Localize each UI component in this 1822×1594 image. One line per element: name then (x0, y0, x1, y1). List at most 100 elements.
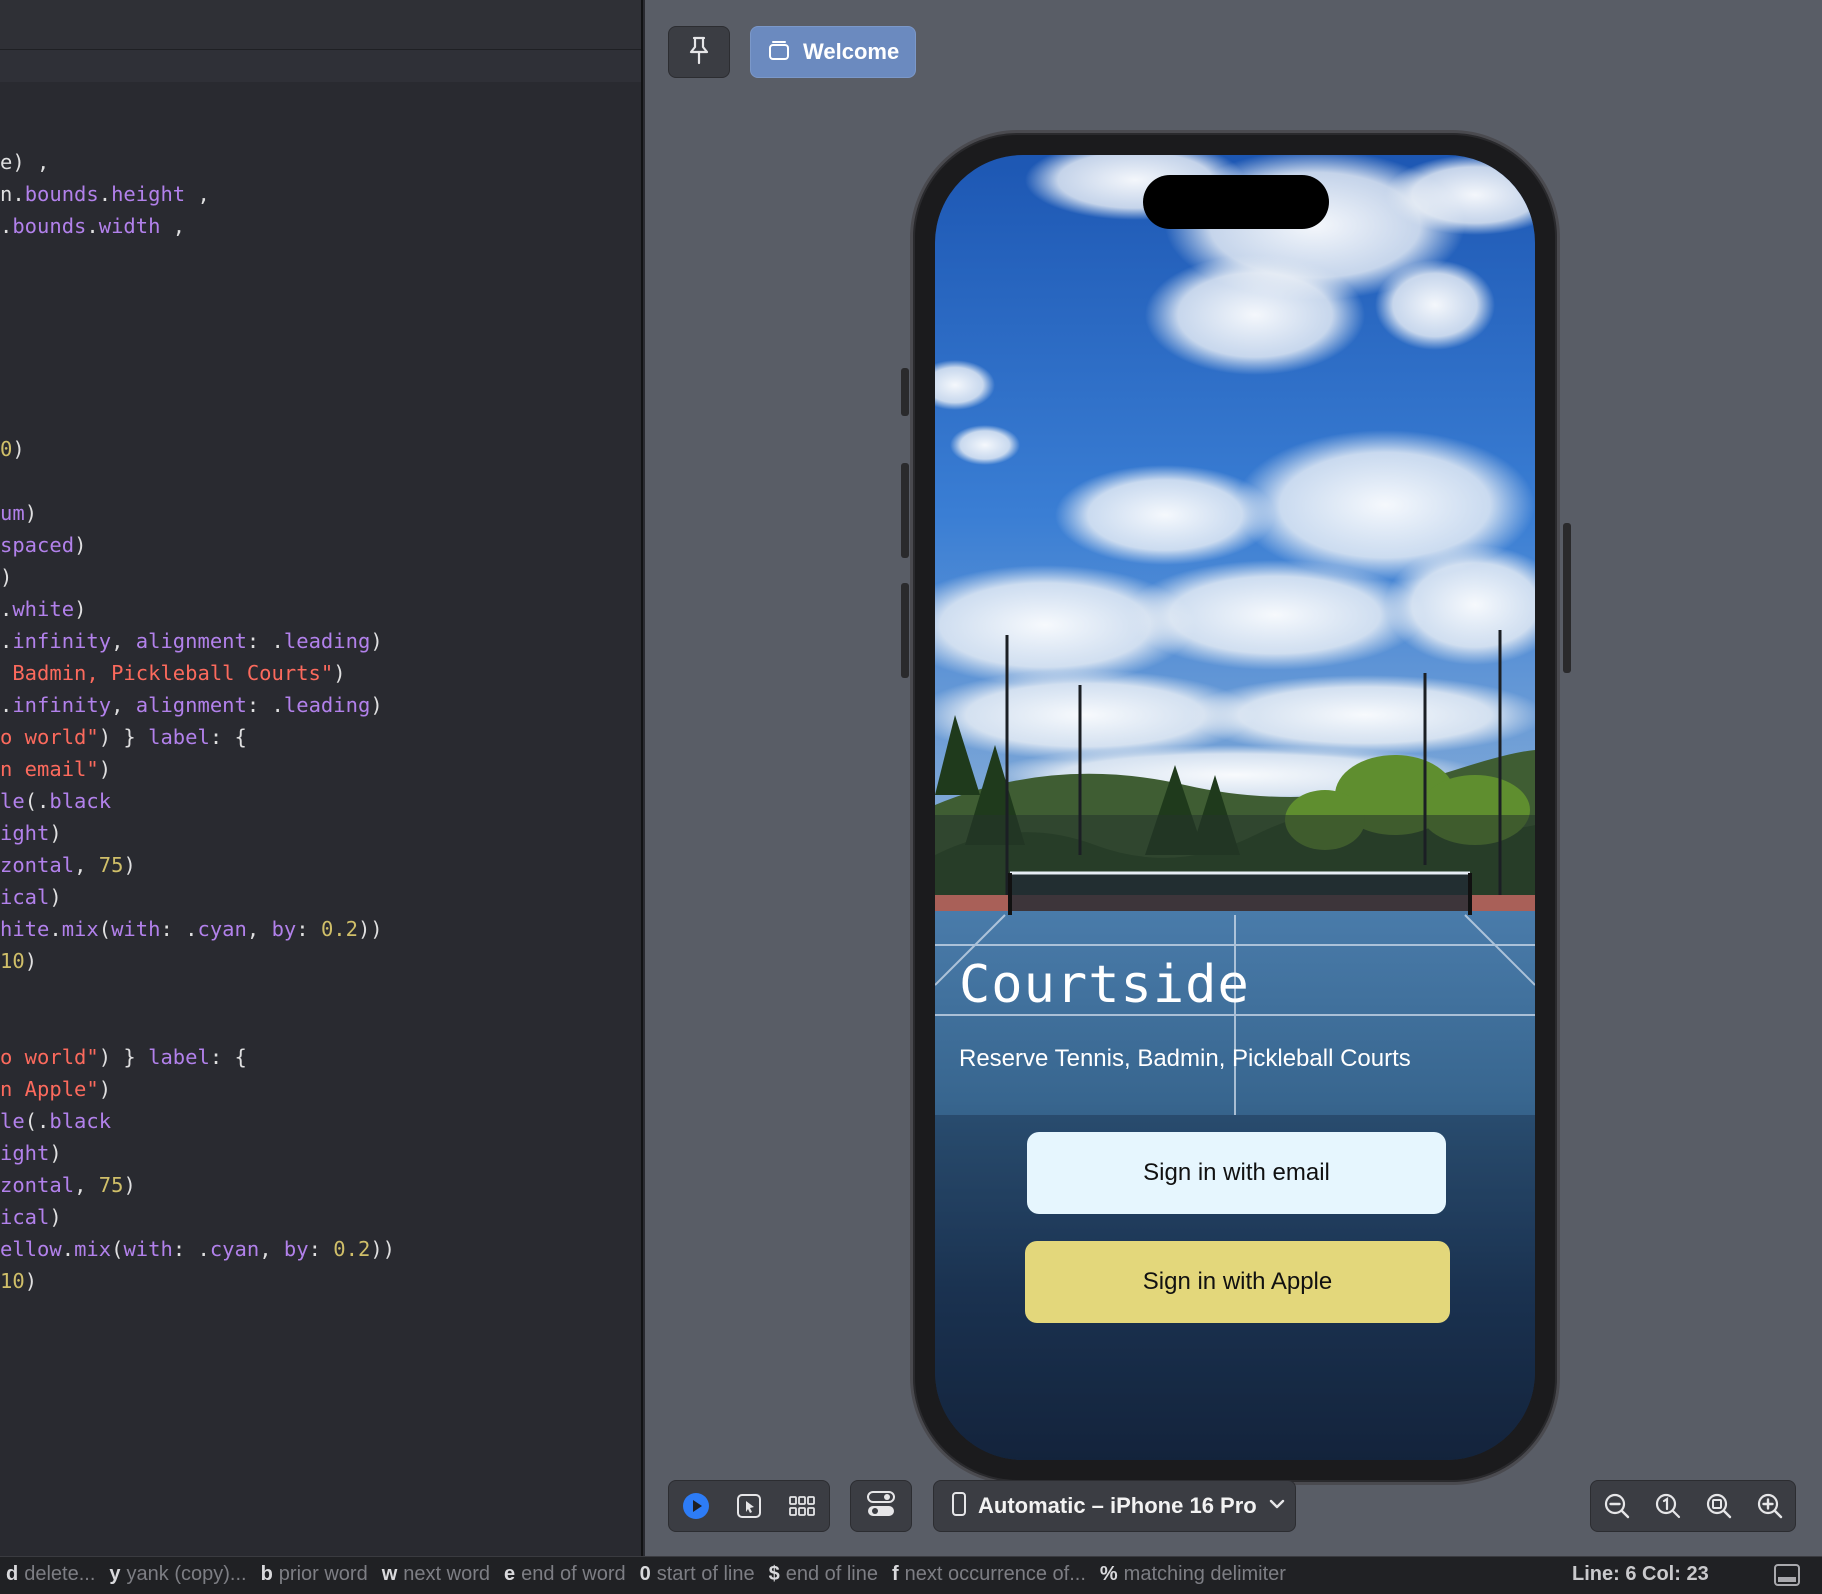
code-token: ) (370, 629, 383, 653)
code-line[interactable]: ight) (0, 821, 62, 845)
hint-key: w (381, 1563, 398, 1585)
code-token: : { (209, 1045, 247, 1069)
code-editor[interactable]: e) , n.bounds.height , .bounds.width , 0) um… (0, 0, 643, 1556)
code-token: ) (123, 1173, 136, 1197)
code-token: : . (172, 1237, 210, 1261)
code-token: ) (98, 757, 112, 781)
code-token: e) , (0, 150, 50, 174)
preview-mode-controls (668, 1480, 830, 1532)
code-token: : . (246, 693, 284, 717)
code-token: . (98, 182, 112, 206)
vim-hint: % matching delimiter (1100, 1563, 1286, 1586)
code-token: )) (357, 917, 383, 941)
zoom-out-icon[interactable] (1600, 1489, 1634, 1523)
code-token: ( (98, 917, 112, 941)
code-line[interactable]: 0) (0, 437, 25, 461)
hint-key: % (1099, 1563, 1118, 1585)
code-token: spaced (0, 533, 75, 557)
code-token: by (271, 917, 297, 941)
tab-welcome-preview[interactable]: Welcome (750, 26, 916, 78)
code-token: ) (0, 565, 13, 589)
code-line[interactable]: le(.black (0, 1109, 111, 1133)
code-line[interactable]: spaced) (0, 533, 86, 557)
device-picker[interactable]: Automatic – iPhone 16 Pro (933, 1480, 1296, 1532)
code-token: 0.2 (320, 917, 358, 941)
code-text[interactable]: e) , n.bounds.height , .bounds.width , 0) um… (0, 0, 641, 1556)
code-token: : (296, 917, 321, 941)
code-token: white (12, 597, 75, 621)
code-line[interactable]: ical) (0, 885, 62, 909)
code-token: , (111, 629, 136, 653)
code-line[interactable]: zontal, 75) (0, 1173, 136, 1197)
code-line[interactable]: le(.black (0, 789, 111, 813)
code-line[interactable]: Badmin, Pickleball Courts") (0, 661, 346, 685)
code-line[interactable]: ight) (0, 1141, 62, 1165)
preview-canvas: Welcome Courtside Reserve Tennis, Badmin… (645, 0, 1822, 1556)
code-token: , (246, 917, 272, 941)
preview-stack-icon (767, 38, 791, 67)
code-token: ) } (98, 725, 149, 749)
code-token: . (0, 597, 13, 621)
code-token: , (74, 853, 99, 877)
code-line[interactable]: 10) (0, 949, 37, 973)
code-token: (. (24, 1109, 50, 1133)
zoom-controls (1590, 1480, 1796, 1532)
selectable-icon[interactable] (732, 1489, 766, 1523)
code-token: zontal (0, 1173, 75, 1197)
iphone-icon (952, 1491, 966, 1521)
vim-hint: e end of word (504, 1563, 626, 1586)
volume-down-button (901, 583, 909, 678)
toggle-bottom-panel-icon[interactable] (1774, 1564, 1800, 1586)
code-line[interactable]: um) (0, 501, 37, 525)
pin-preview-button[interactable] (668, 26, 730, 78)
code-line[interactable]: n Apple") (0, 1077, 111, 1101)
code-token: ) (333, 661, 346, 685)
zoom-to-fit-icon[interactable] (1702, 1489, 1736, 1523)
app-subtitle: Reserve Tennis, Badmin, Pickleball Court… (959, 1045, 1411, 1072)
zoom-in-icon[interactable] (1753, 1489, 1787, 1523)
code-line[interactable]: e) , (0, 150, 49, 174)
sign-in-email-button[interactable]: Sign in with email (1027, 1132, 1446, 1214)
vim-hint: d delete... (6, 1563, 95, 1586)
code-token: black (49, 789, 112, 813)
hint-key: b (260, 1563, 273, 1585)
hint-key: y (109, 1563, 121, 1585)
device-settings-icon (867, 1490, 895, 1522)
live-preview-icon[interactable] (679, 1489, 713, 1523)
actual-size-icon[interactable] (1651, 1489, 1685, 1523)
code-token: ) } (98, 1045, 149, 1069)
code-line[interactable]: .infinity, alignment: .leading) (0, 693, 383, 717)
sign-in-apple-button[interactable]: Sign in with Apple (1025, 1241, 1450, 1323)
code-token: 0.2 (333, 1237, 371, 1261)
code-line[interactable]: n email") (0, 757, 111, 781)
code-line[interactable]: o world") } label: { (0, 1045, 247, 1069)
hint-description: yank (copy)... (126, 1563, 247, 1585)
code-token: leading (283, 693, 371, 717)
code-token: alignment (135, 629, 247, 653)
code-line[interactable]: hite.mix(with: .cyan, by: 0.2)) (0, 917, 383, 941)
vim-hint: $ end of line (769, 1563, 878, 1586)
variants-grid-icon[interactable] (785, 1489, 819, 1523)
code-line[interactable]: ellow.mix(with: .cyan, by: 0.2)) (0, 1237, 395, 1261)
device-settings-button[interactable] (850, 1480, 912, 1532)
code-line[interactable]: zontal, 75) (0, 853, 136, 877)
hint-key: $ (768, 1563, 780, 1585)
code-line[interactable]: .infinity, alignment: .leading) (0, 629, 383, 653)
status-bar: d delete... y yank (copy)... b prior word w nex… (0, 1556, 1822, 1594)
code-line[interactable]: .bounds.width , (0, 214, 185, 238)
pin-icon (686, 35, 712, 70)
code-token: ) (123, 853, 136, 877)
code-line[interactable]: ical) (0, 1205, 62, 1229)
code-token: cyan (209, 1237, 260, 1261)
code-token: bounds (24, 182, 99, 206)
code-line[interactable]: .white) (0, 597, 86, 621)
code-token: ) (49, 1205, 62, 1229)
code-token: mix (74, 1237, 112, 1261)
code-line[interactable]: 10) (0, 1269, 37, 1293)
code-token: ) (49, 885, 62, 909)
code-line[interactable]: n.bounds.height , (0, 182, 210, 206)
code-token: infinity (12, 693, 112, 717)
code-token: ) (49, 821, 62, 845)
code-line[interactable]: ) (0, 565, 12, 589)
code-line[interactable]: o world") } label: { (0, 725, 247, 749)
